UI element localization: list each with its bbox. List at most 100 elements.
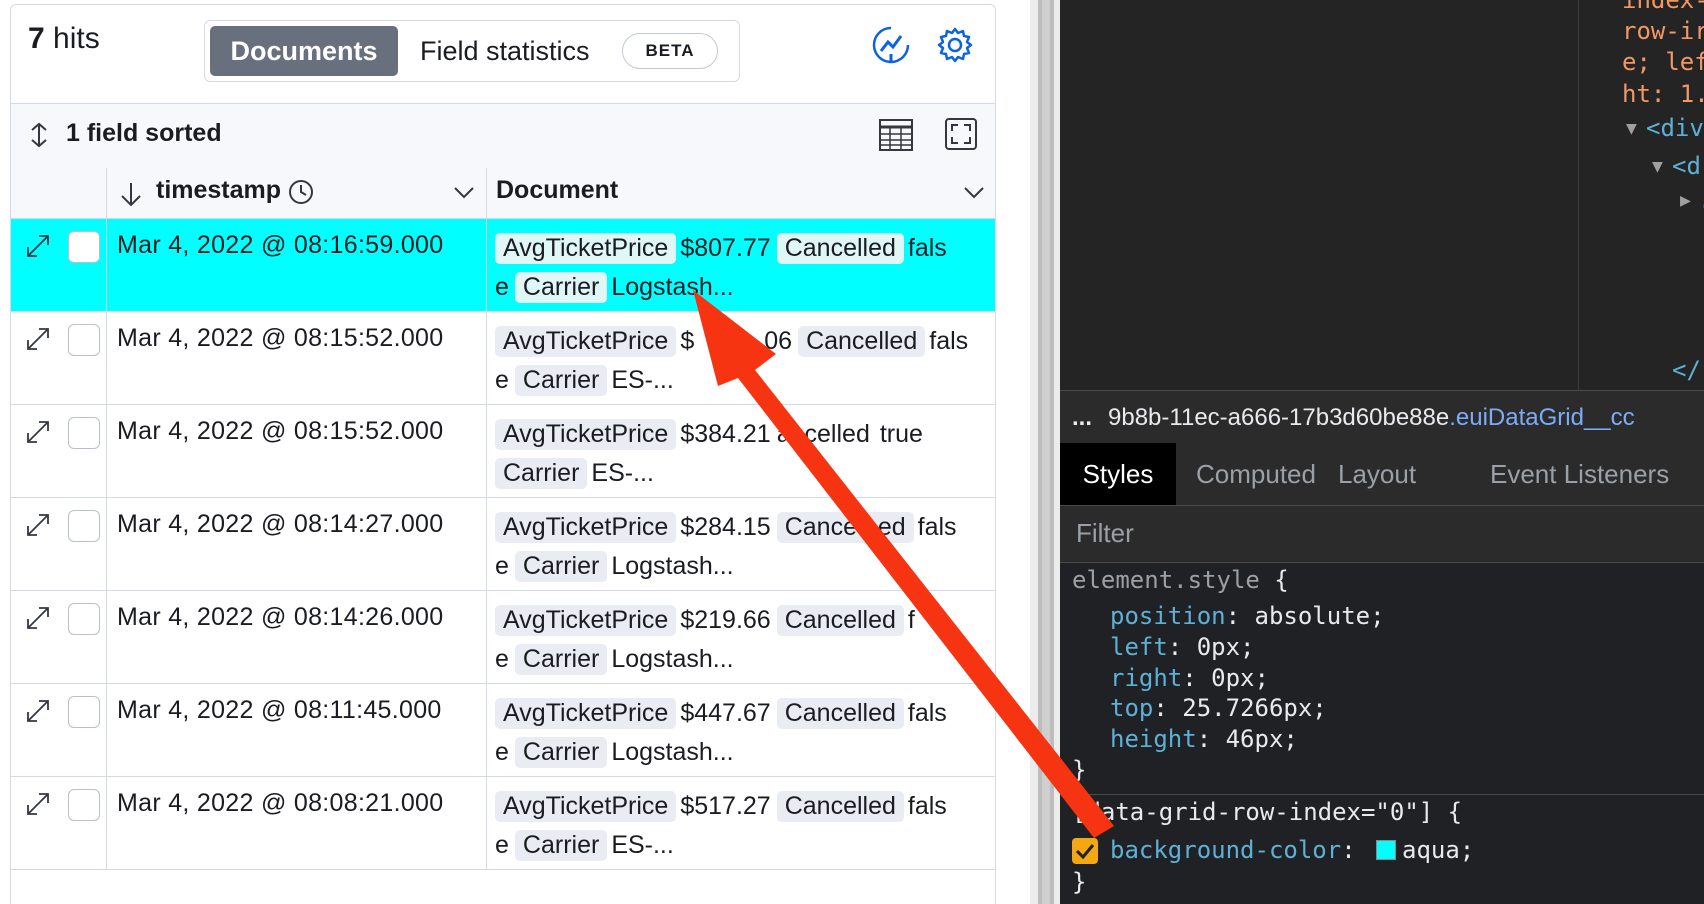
rule-selector: element.style { — [1072, 566, 1289, 594]
row-document: AvgTicketPrice $517.27 Cancelled fals e Carri… — [495, 791, 947, 861]
row-timestamp: Mar 4, 2022 @ 08:08:21.000 — [117, 789, 444, 817]
tab-documents[interactable]: Documents — [210, 26, 398, 76]
field-name: Cancelled — [776, 698, 904, 729]
code-line[interactable]: </ — [1672, 356, 1701, 384]
css-declaration[interactable]: top: 25.7266px; — [1110, 694, 1327, 722]
tab-computed[interactable]: Computed — [1196, 443, 1316, 505]
css-declaration[interactable]: right: 0px; — [1110, 664, 1269, 692]
code-line: index- — [1622, 0, 1704, 14]
column-header-timestamp[interactable]: timestamp — [156, 176, 281, 205]
tab-event-listeners[interactable]: Event Listeners — [1490, 443, 1669, 505]
fullscreen-icon[interactable] — [944, 117, 978, 151]
row-document: AvgTicketPrice $219.66 Cancelled f s e Carrie… — [495, 605, 942, 675]
field-name: Carrier — [514, 272, 608, 303]
clock-icon — [289, 180, 313, 204]
field-name: Cancelled — [776, 791, 904, 822]
chevron-down-icon[interactable] — [962, 184, 986, 202]
row-timestamp: Mar 4, 2022 @ 08:16:59.000 — [117, 231, 444, 259]
row-timestamp: Mar 4, 2022 @ 08:14:27.000 — [117, 510, 444, 538]
css-value[interactable]: aqua; — [1402, 836, 1474, 864]
table-row[interactable]: Mar 4, 2022 @ 08:16:59.000 AvgTicketPric… — [11, 219, 995, 312]
rule-close-brace: } — [1072, 868, 1087, 896]
table-row[interactable]: Mar 4, 2022 @ 08:15:52.000 AvgTicketPric… — [11, 312, 995, 405]
row-document: AvgTicketPrice $384.21 ancelled true Carrier… — [495, 415, 985, 493]
table-row[interactable]: Mar 4, 2022 @ 08:14:26.000 AvgTicketPric… — [11, 591, 995, 684]
gear-icon[interactable] — [934, 24, 976, 66]
row-checkbox[interactable] — [68, 231, 100, 263]
column-divider — [486, 168, 487, 870]
code-line[interactable]: <div — [1646, 114, 1704, 142]
table-row[interactable]: Mar 4, 2022 @ 08:14:27.000 AvgTicketPric… — [11, 498, 995, 591]
tab-field-statistics[interactable]: Field statistics — [420, 26, 590, 76]
css-declaration[interactable]: left: 0px; — [1110, 633, 1255, 661]
field-name: AvgTicketPrice — [495, 605, 677, 636]
row-timestamp: Mar 4, 2022 @ 08:15:52.000 — [117, 417, 444, 445]
dom-breadcrumb[interactable]: ... 9b8b-11ec-a666-17b3d60be88e.euiDataGr… — [1072, 404, 1635, 432]
row-timestamp: Mar 4, 2022 @ 08:11:45.000 — [117, 696, 442, 724]
field-name: AvgTicketPrice — [495, 419, 677, 450]
code-line[interactable]: . — [1698, 186, 1704, 214]
table-row[interactable]: Mar 4, 2022 @ 08:11:45.000 AvgTicketPric… — [11, 684, 995, 777]
expand-icon[interactable] — [25, 512, 51, 538]
expand-triangle-icon[interactable]: ▼ — [1652, 156, 1663, 177]
field-name: Carrier — [514, 644, 608, 675]
sort-icon[interactable] — [28, 122, 50, 148]
field-name: Carrier — [514, 830, 608, 861]
css-declaration[interactable]: height: 46px; — [1110, 725, 1298, 753]
elements-pane — [1060, 0, 1704, 390]
table-row[interactable]: Mar 4, 2022 @ 08:08:21.000 AvgTicketPric… — [11, 777, 995, 870]
field-name: AvgTicketPrice — [495, 791, 677, 822]
field-name: Carrier — [514, 365, 608, 396]
rule-selector: [data-grid-row-index="0"] { — [1072, 798, 1463, 826]
field-name: Carrier — [514, 551, 608, 582]
row-checkbox[interactable] — [68, 696, 100, 728]
expand-icon[interactable] — [25, 326, 51, 352]
row-checkbox[interactable] — [68, 789, 100, 821]
row-document: AvgTicketPrice $284.15 Cance ed fals e Carrie… — [495, 512, 957, 582]
row-checkbox[interactable] — [68, 510, 100, 542]
column-header-document[interactable]: Document — [496, 176, 618, 205]
rule-close-brace: } — [1072, 756, 1087, 784]
code-line: ht: 1. — [1622, 80, 1704, 108]
chart-icon[interactable] — [870, 24, 912, 66]
table-row[interactable]: Mar 4, 2022 @ 08:15:52.000 AvgTicketPric… — [11, 405, 995, 498]
color-swatch[interactable] — [1376, 840, 1396, 860]
css-declaration[interactable]: position: absolute; — [1110, 602, 1385, 630]
expand-triangle-icon[interactable]: ▼ — [1626, 118, 1637, 139]
field-name: Cance ed — [776, 512, 914, 543]
collapse-triangle-icon[interactable]: ▶ — [1680, 190, 1691, 211]
expand-icon[interactable] — [25, 419, 51, 445]
sort-label[interactable]: 1 field sorted — [66, 119, 222, 148]
beta-badge: BETA — [622, 33, 718, 69]
row-document: AvgTicketPrice $06 Cancelled fals e Carrier ES… — [495, 326, 969, 396]
row-timestamp: Mar 4, 2022 @ 08:14:26.000 — [117, 603, 444, 631]
field-name: AvgTicketPrice — [495, 698, 677, 729]
expand-icon[interactable] — [25, 233, 51, 259]
code-line: e; lef — [1622, 48, 1704, 76]
hits-count: 7 hits — [28, 22, 100, 55]
expand-icon[interactable] — [25, 791, 51, 817]
field-name: Cancelled — [776, 233, 904, 264]
styles-filter-input[interactable]: Filter — [1076, 518, 1134, 549]
row-checkbox[interactable] — [68, 603, 100, 635]
field-name: AvgTicketPrice — [495, 512, 677, 543]
field-name: AvgTicketPrice — [495, 326, 677, 357]
chevron-down-icon[interactable] — [452, 184, 476, 202]
css-declaration[interactable]: background-color: — [1110, 836, 1356, 864]
tab-styles[interactable]: Styles — [1060, 443, 1176, 505]
code-line[interactable]: <d — [1672, 152, 1701, 180]
code-line: row-ir — [1622, 17, 1704, 45]
sort-desc-icon — [121, 183, 141, 207]
row-checkbox[interactable] — [68, 324, 100, 356]
styles-filter-bar — [1060, 506, 1704, 563]
expand-icon[interactable] — [25, 605, 51, 631]
field-name: Cancelled — [776, 605, 904, 636]
expand-icon[interactable] — [25, 698, 51, 724]
rule-separator — [1060, 794, 1704, 795]
row-checkbox[interactable] — [68, 417, 100, 449]
field-name: AvgTicketPrice — [495, 233, 677, 264]
row-document: AvgTicketPrice $807.77 Cancelled fals e Carri… — [495, 233, 947, 303]
density-icon[interactable] — [878, 117, 914, 153]
tab-layout[interactable]: Layout — [1338, 443, 1416, 505]
declaration-checkbox[interactable] — [1072, 838, 1098, 864]
